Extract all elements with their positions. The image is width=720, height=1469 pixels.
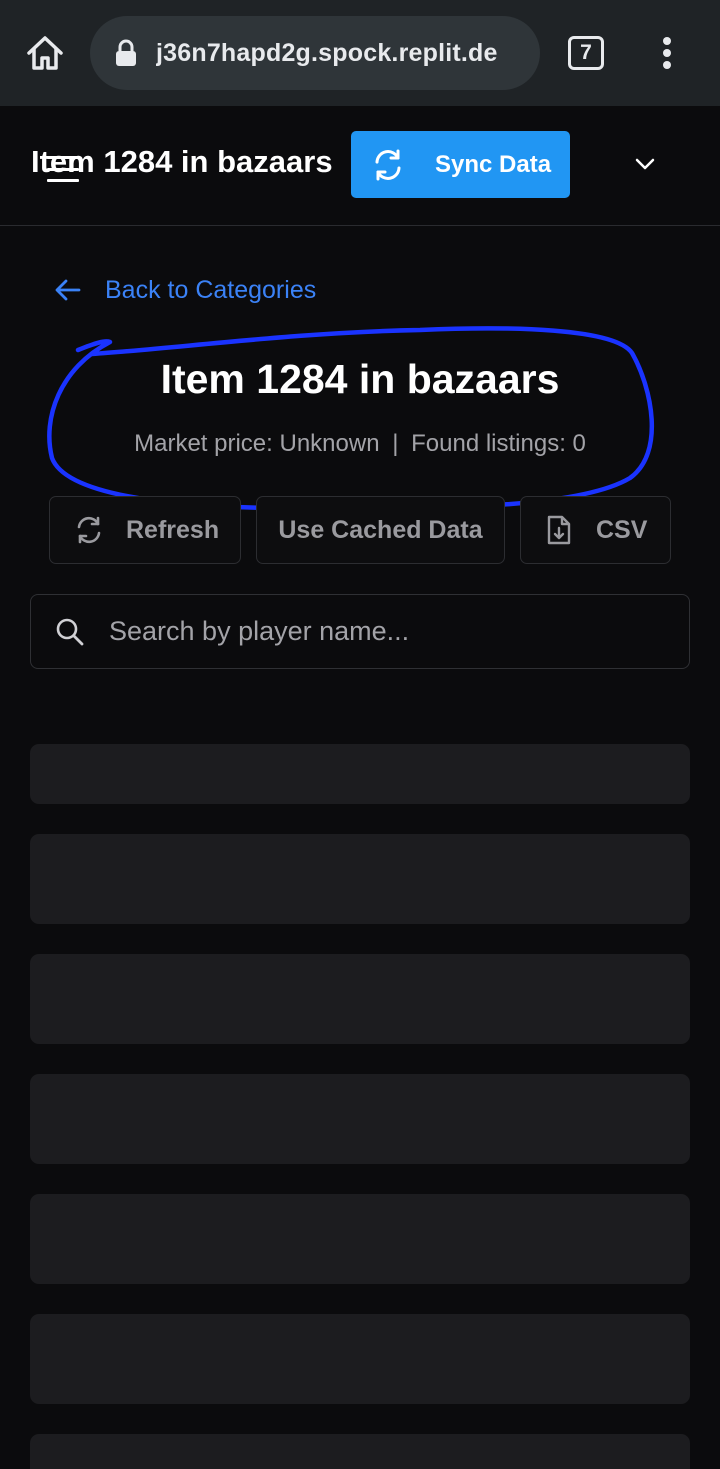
back-link-label: Back to Categories: [105, 275, 317, 304]
browser-toolbar: j36n7hapd2g.spock.replit.de 7: [0, 0, 720, 106]
lock-icon: [116, 39, 136, 66]
skeleton-row: [30, 1074, 690, 1164]
skeleton-row: [30, 1434, 690, 1469]
url-text: j36n7hapd2g.spock.replit.de: [156, 38, 498, 67]
search-icon: [56, 618, 84, 645]
more-options-icon[interactable]: [650, 32, 684, 74]
tab-switcher-button[interactable]: 7: [568, 36, 604, 70]
skeleton-row: [30, 834, 690, 924]
refresh-button[interactable]: Refresh: [49, 496, 241, 564]
skeleton-row: [30, 954, 690, 1044]
market-price-text: Market price: Unknown: [134, 430, 380, 457]
summary-separator: |: [392, 430, 399, 457]
back-to-categories-link[interactable]: Back to Categories: [55, 270, 316, 310]
address-bar[interactable]: j36n7hapd2g.spock.replit.de: [90, 16, 540, 90]
home-icon[interactable]: [20, 30, 70, 76]
use-cached-data-button[interactable]: Use Cached Data: [256, 496, 505, 564]
sync-icon: [375, 149, 401, 180]
menu-icon[interactable]: [47, 156, 79, 182]
page-title: Item 1284 in bazaars: [160, 356, 560, 402]
search-input[interactable]: [107, 601, 689, 662]
search-field[interactable]: [30, 594, 690, 669]
file-download-icon: [547, 515, 571, 545]
sync-data-label: Sync Data: [435, 150, 552, 178]
skeleton-row: [30, 1314, 690, 1404]
app-header: Item 1284 in bazaars Sync Data: [0, 106, 720, 226]
csv-export-button[interactable]: CSV: [520, 496, 671, 564]
csv-label: CSV: [596, 515, 648, 544]
item-summary: Market price: Unknown | Found listings: …: [0, 430, 720, 458]
skeleton-row: [30, 1194, 690, 1284]
chevron-down-icon[interactable]: [630, 152, 660, 176]
hand-drawn-annotation: [47, 326, 655, 511]
refresh-icon: [77, 516, 101, 544]
found-listings-text: Found listings: 0: [411, 430, 586, 457]
arrow-left-icon: [55, 279, 81, 301]
use-cached-data-label: Use Cached Data: [278, 515, 483, 544]
refresh-label: Refresh: [126, 515, 220, 544]
skeleton-row: [30, 744, 690, 804]
sync-data-button[interactable]: Sync Data: [351, 131, 570, 198]
